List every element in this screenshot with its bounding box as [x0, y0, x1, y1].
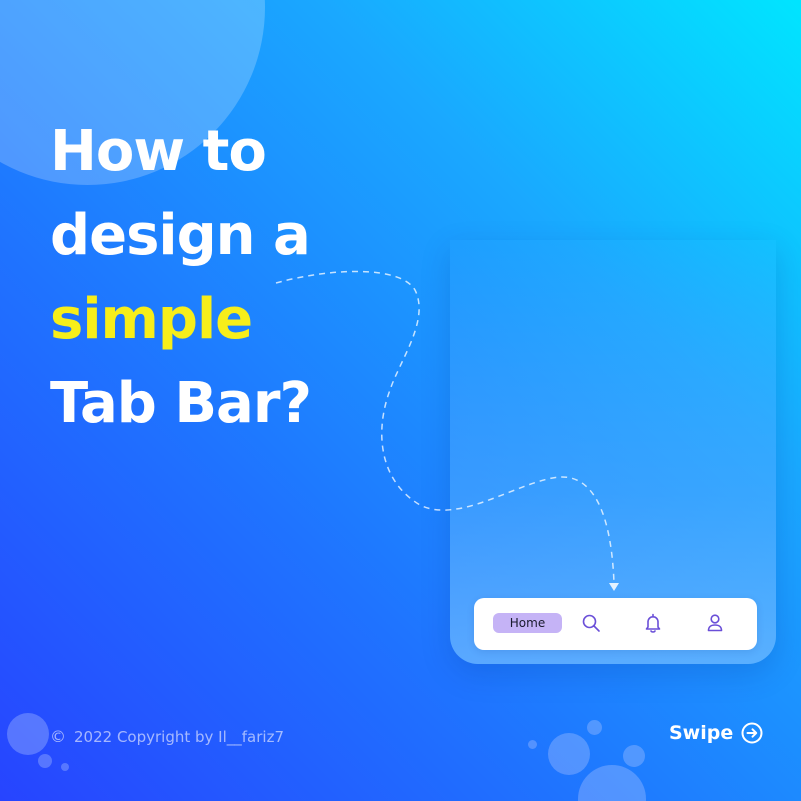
tab-home-label: Home [509, 616, 546, 630]
headline-line: design a [50, 203, 311, 268]
copyright-icon: © [50, 727, 66, 746]
decorative-dot [38, 754, 52, 768]
search-icon[interactable] [580, 612, 602, 634]
decorative-dot [548, 733, 590, 775]
decorative-dot [528, 740, 537, 749]
decorative-dot [623, 745, 645, 767]
copyright-text: 2022 Copyright by Il__fariz7 [74, 727, 284, 746]
headline-line: How to [50, 119, 267, 184]
copyright: © 2022 Copyright by Il__fariz7 [50, 727, 284, 746]
headline-line: Tab Bar? [50, 371, 312, 436]
decorative-dot [578, 765, 646, 801]
decorative-dot [61, 763, 69, 771]
headline: How to design a simple Tab Bar? [50, 110, 312, 446]
headline-accent-word: simple [50, 287, 253, 352]
swipe-button[interactable]: Swipe [669, 722, 763, 744]
bell-icon[interactable] [642, 612, 664, 634]
user-icon[interactable] [704, 612, 726, 634]
swipe-label: Swipe [669, 722, 734, 744]
arrow-right-circle-icon [741, 722, 763, 744]
slide-canvas: How to design a simple Tab Bar? Home © 2… [0, 0, 801, 801]
tab-bar: Home [474, 598, 757, 650]
decorative-dot [587, 720, 602, 735]
decorative-dot [7, 713, 49, 755]
tab-home[interactable]: Home [493, 613, 562, 633]
